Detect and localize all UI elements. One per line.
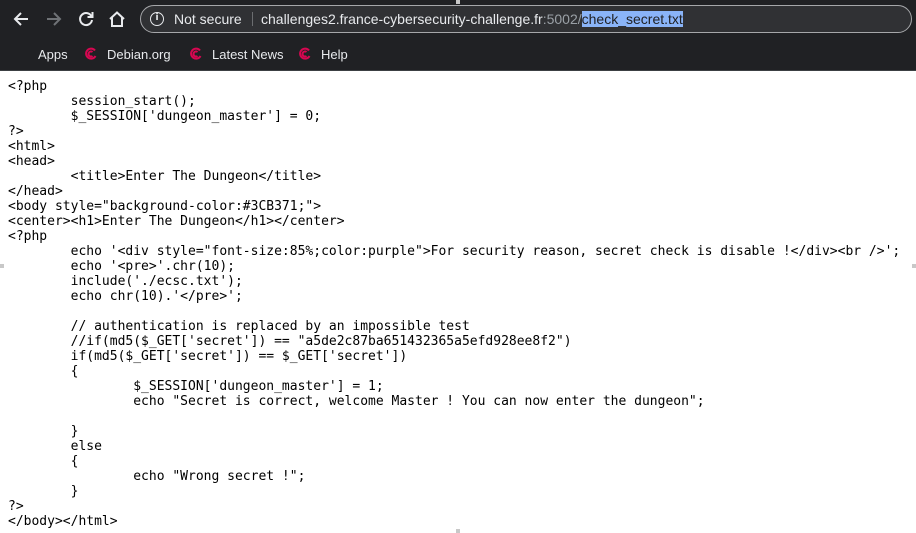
apps-grid-icon <box>14 46 30 62</box>
debian-swirl-icon <box>299 47 311 60</box>
browser-toolbar: i Not secure challenges2.france-cybersec… <box>0 0 916 38</box>
back-button[interactable] <box>9 7 33 31</box>
bookmark-apps[interactable]: Apps <box>14 44 68 64</box>
reload-button[interactable] <box>74 7 98 31</box>
bookmark-latest-news[interactable]: Latest News <box>188 44 284 64</box>
info-icon[interactable]: i <box>150 12 164 26</box>
url-port: :5002/ <box>542 11 582 27</box>
debian-swirl-icon <box>85 47 97 60</box>
address-bar[interactable]: i Not secure challenges2.france-cybersec… <box>140 5 912 33</box>
url-text[interactable]: challenges2.france-cybersecurity-challen… <box>261 11 683 27</box>
php-source-text: <?php session_start(); $_SESSION['dungeo… <box>8 79 901 529</box>
forward-arrow-icon <box>47 12 62 26</box>
debian-swirl-icon <box>190 47 202 60</box>
bookmarks-bar: Apps Debian.org Latest News Help <box>0 38 916 71</box>
bookmark-help-label: Help <box>321 46 348 62</box>
address-separator <box>252 12 253 26</box>
reload-icon <box>79 12 94 27</box>
bookmark-apps-label: Apps <box>38 46 68 62</box>
resize-handle-left[interactable] <box>0 264 4 268</box>
back-arrow-icon <box>13 12 28 26</box>
bookmark-debian-label: Debian.org <box>107 46 171 62</box>
security-label[interactable]: Not secure <box>174 11 242 27</box>
resize-handle-top[interactable] <box>456 0 460 4</box>
page-content: <?php session_start(); $_SESSION['dungeo… <box>0 71 916 533</box>
home-button[interactable] <box>105 7 129 31</box>
resize-handle-right[interactable] <box>912 264 916 268</box>
bookmark-help[interactable]: Help <box>297 44 348 64</box>
home-icon <box>109 11 125 27</box>
url-path-selected: check_secret.txt <box>581 11 683 27</box>
bookmark-latest-news-label: Latest News <box>212 46 284 62</box>
bookmark-debian[interactable]: Debian.org <box>83 44 171 64</box>
url-host: challenges2.france-cybersecurity-challen… <box>261 11 543 27</box>
resize-handle-bottom[interactable] <box>456 529 460 533</box>
forward-button[interactable] <box>42 7 66 31</box>
